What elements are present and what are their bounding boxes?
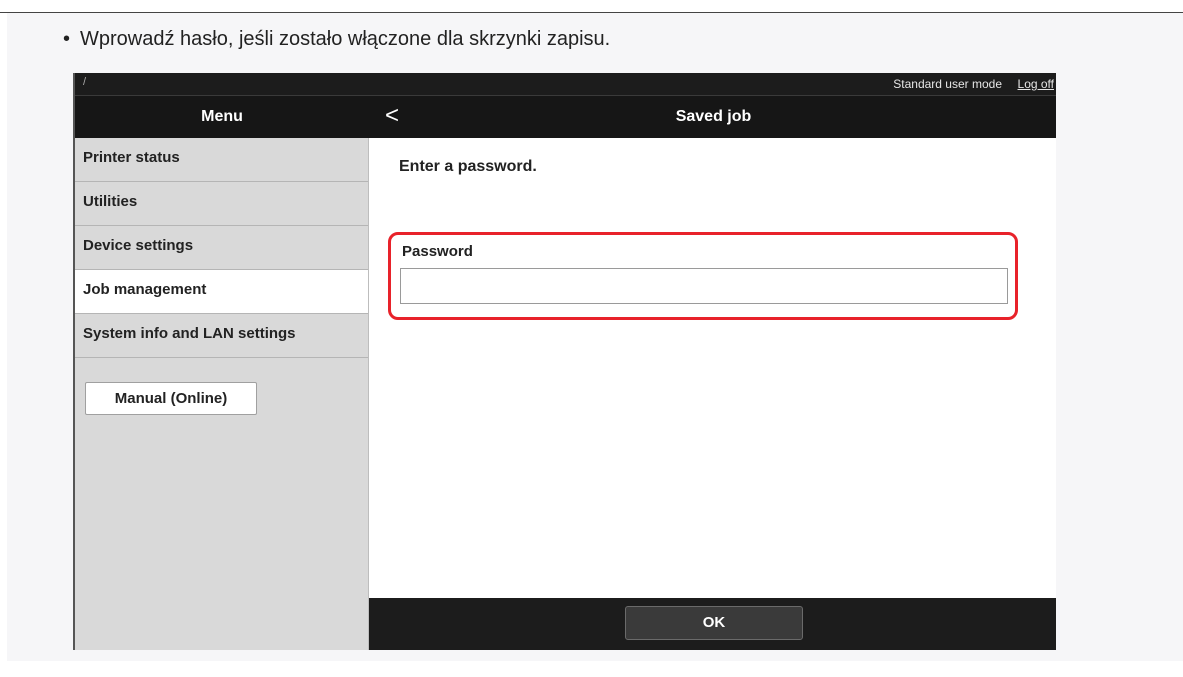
footer-bar: OK <box>369 598 1056 650</box>
back-chevron-icon[interactable]: < <box>385 96 399 136</box>
sidebar-item-device-settings[interactable]: Device settings <box>75 226 368 270</box>
main-content: Enter a password. Password <box>369 138 1056 598</box>
sidebar-item-job-management[interactable]: Job management <box>75 270 368 314</box>
user-mode-label: Standard user mode <box>893 77 1002 91</box>
sidebar-item-printer-status[interactable]: Printer status <box>75 138 368 182</box>
log-off-link[interactable]: Log off <box>1018 77 1054 91</box>
instruction-text: Enter a password. <box>399 158 537 175</box>
manual-online-button[interactable]: Manual (Online) <box>85 382 257 415</box>
password-input[interactable] <box>400 268 1008 304</box>
bullet: • <box>63 28 71 50</box>
sidebar-item-utilities[interactable]: Utilities <box>75 182 368 226</box>
instruction-note: • Wprowadź hasło, jeśli zostało włączone … <box>63 28 610 51</box>
ok-button[interactable]: OK <box>625 606 803 640</box>
menu-title: Menu <box>201 108 243 125</box>
header-bar: Menu Saved job < <box>75 95 1056 138</box>
printer-remote-ui: / Standard user mode Log off Menu Saved … <box>73 73 1056 650</box>
sidebar-menu: Printer status Utilities Device settings… <box>75 138 369 650</box>
sidebar-item-system-info-lan[interactable]: System info and LAN settings <box>75 314 368 358</box>
slash-mark-icon: / <box>83 76 87 88</box>
instruction-note-text: Wprowadź hasło, jeśli zostało włączone d… <box>80 28 611 50</box>
page-title: Saved job <box>675 108 752 125</box>
password-label: Password <box>402 243 473 260</box>
top-status-bar: / Standard user mode Log off <box>75 73 1056 95</box>
